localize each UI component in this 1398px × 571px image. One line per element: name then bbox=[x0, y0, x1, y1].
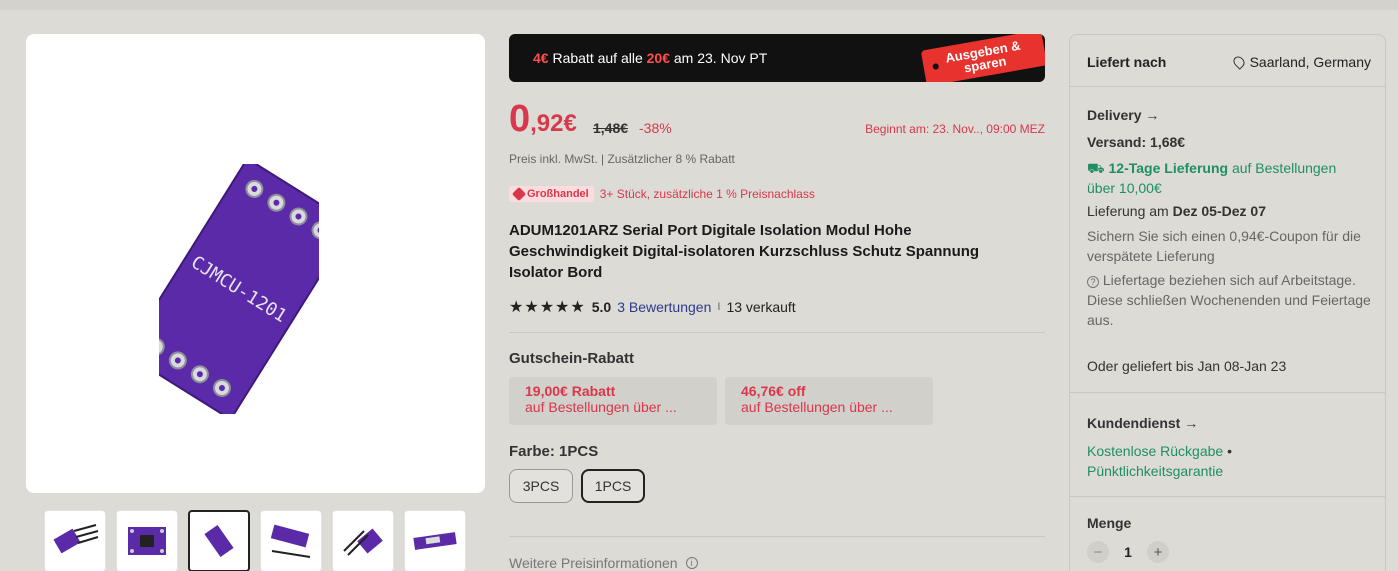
promo-banner[interactable]: 4€ Rabatt auf alle 20€ am 23. Nov PT Aus… bbox=[509, 34, 1045, 82]
coupon-1-sub: auf Bestellungen über ... bbox=[525, 399, 677, 415]
shipping-panel: Liefert nach Saarland, Germany Delivery … bbox=[1069, 34, 1386, 571]
quantity-stepper: − 1 + bbox=[1087, 541, 1169, 563]
rating-row: ★★★★★ 5.0 3 Bewertungen I 13 verkauft bbox=[509, 297, 796, 317]
promo-text: 4€ Rabatt auf alle 20€ am 23. Nov PT bbox=[533, 50, 767, 66]
ships-to-label: Liefert nach bbox=[1087, 54, 1167, 70]
info-icon[interactable]: i bbox=[685, 557, 698, 569]
divider bbox=[509, 536, 1045, 537]
tax-note: Preis inkl. MwSt. | Zusätzlicher 8 % Rab… bbox=[509, 152, 735, 166]
increase-button[interactable]: + bbox=[1147, 541, 1169, 563]
coupon-card-1[interactable]: 19,00€ Rabatt auf Bestellungen über ... bbox=[509, 377, 717, 425]
option-1pcs[interactable]: 1PCS bbox=[581, 469, 645, 503]
coupon-heading: Gutschein-Rabatt bbox=[509, 350, 635, 367]
quantity-heading: Menge bbox=[1087, 515, 1132, 531]
workdays-note: ? Liefertage beziehen sich auf Arbeitsta… bbox=[1087, 272, 1371, 328]
thumbnail-3[interactable] bbox=[188, 510, 250, 571]
thumbnail-6[interactable] bbox=[404, 510, 466, 571]
thumbnail-4[interactable] bbox=[260, 510, 322, 571]
panel-divider bbox=[1070, 392, 1385, 393]
ships-to-row[interactable]: Liefert nach Saarland, Germany bbox=[1087, 54, 1371, 70]
wholesale-text: 3+ Stück, zusätzliche 1 % Preisnachlass bbox=[599, 187, 815, 201]
original-price: 1,48€ bbox=[593, 120, 629, 136]
delivery-date: Lieferung am Dez 05-Dez 07 bbox=[1087, 203, 1266, 219]
free-return[interactable]: Kostenlose Rückgabe bbox=[1087, 443, 1223, 459]
truck-icon: ⛟ bbox=[1087, 160, 1105, 176]
coupon-2-title: 46,76€ off bbox=[741, 383, 806, 399]
ships-to-location: Saarland, Germany bbox=[1249, 54, 1371, 70]
on-time-guarantee[interactable]: Pünktlichkeitsgarantie bbox=[1087, 463, 1223, 479]
panel-divider bbox=[1070, 86, 1385, 87]
quantity-value[interactable]: 1 bbox=[1123, 544, 1133, 560]
wholesale-badge: Großhandel bbox=[509, 186, 594, 202]
discount-percent: -38% bbox=[639, 120, 672, 136]
arrow-right-icon: → bbox=[1184, 415, 1199, 431]
current-price: 0,92€ bbox=[509, 98, 577, 140]
service-heading[interactable]: Kundendienst → bbox=[1087, 415, 1198, 431]
thumbnail-2[interactable] bbox=[116, 510, 178, 571]
more-price-info-label: Weitere Preisinformationen bbox=[509, 555, 678, 571]
product-title: ADUM1201ARZ Serial Port Digitale Isolati… bbox=[509, 222, 980, 281]
option-3pcs[interactable]: 3PCS bbox=[509, 469, 573, 503]
rating-score: 5.0 bbox=[591, 299, 612, 315]
sale-start-time: Beginnt am: 23. Nov.., 09:00 MEZ bbox=[865, 122, 1045, 136]
help-icon: ? bbox=[1087, 276, 1099, 288]
late-delivery-coupon-note: Sichern Sie sich einen 0,94€-Coupon für … bbox=[1087, 228, 1361, 264]
spend-save-tag[interactable]: Ausgeben & sparen bbox=[920, 34, 1045, 82]
alternative-delivery: Oder geliefert bis Jan 08-Jan 23 bbox=[1087, 358, 1287, 374]
coupon-card-2[interactable]: 46,76€ off auf Bestellungen über ... bbox=[725, 377, 933, 425]
shipping-cost: Versand: 1,68€ bbox=[1087, 134, 1186, 150]
panel-divider bbox=[1070, 496, 1385, 497]
reviews-link[interactable]: 3 Bewertungen bbox=[617, 299, 711, 315]
divider bbox=[509, 332, 1045, 333]
rating-separator: I bbox=[717, 301, 721, 313]
tag-icon bbox=[511, 186, 527, 202]
top-bar bbox=[0, 0, 1398, 10]
promo-text-1: Rabatt auf alle bbox=[548, 50, 647, 66]
fast-delivery: ⛟ 12-Tage Lieferung auf Bestellungen über… bbox=[1087, 160, 1337, 196]
thumbnail-5[interactable] bbox=[332, 510, 394, 571]
delivery-heading[interactable]: Delivery → bbox=[1087, 107, 1159, 123]
wholesale-offer: Großhandel 3+ Stück, zusätzliche 1 % Pre… bbox=[509, 186, 815, 202]
more-price-info[interactable]: Weitere Preisinformationen i bbox=[509, 555, 698, 571]
price-row: 0,92€ 1,48€ -38% Beginnt am: 23. Nov.., … bbox=[509, 98, 1045, 142]
pcb-board-image: CJMCU-1201 bbox=[159, 164, 319, 414]
location-pin-icon bbox=[1230, 54, 1247, 70]
thumbnail-strip bbox=[44, 510, 466, 571]
sold-count: 13 verkauft bbox=[726, 299, 796, 315]
color-heading: Farbe: 1PCS bbox=[509, 443, 599, 460]
thumbnail-1[interactable] bbox=[44, 510, 106, 571]
decrease-button[interactable]: − bbox=[1087, 541, 1109, 563]
promo-text-2: am 23. Nov PT bbox=[670, 50, 768, 66]
coupon-2-sub: auf Bestellungen über ... bbox=[741, 399, 893, 415]
promo-amount: 4€ bbox=[533, 50, 549, 66]
arrow-right-icon: → bbox=[1145, 107, 1160, 123]
service-items: Kostenlose Rückgabe • Pünktlichkeitsgaran… bbox=[1087, 443, 1232, 479]
promo-threshold: 20€ bbox=[646, 50, 670, 66]
star-rating-icon: ★★★★★ bbox=[509, 299, 586, 316]
coupon-1-title: 19,00€ Rabatt bbox=[525, 383, 616, 399]
main-product-image[interactable]: CJMCU-1201 bbox=[26, 34, 485, 493]
